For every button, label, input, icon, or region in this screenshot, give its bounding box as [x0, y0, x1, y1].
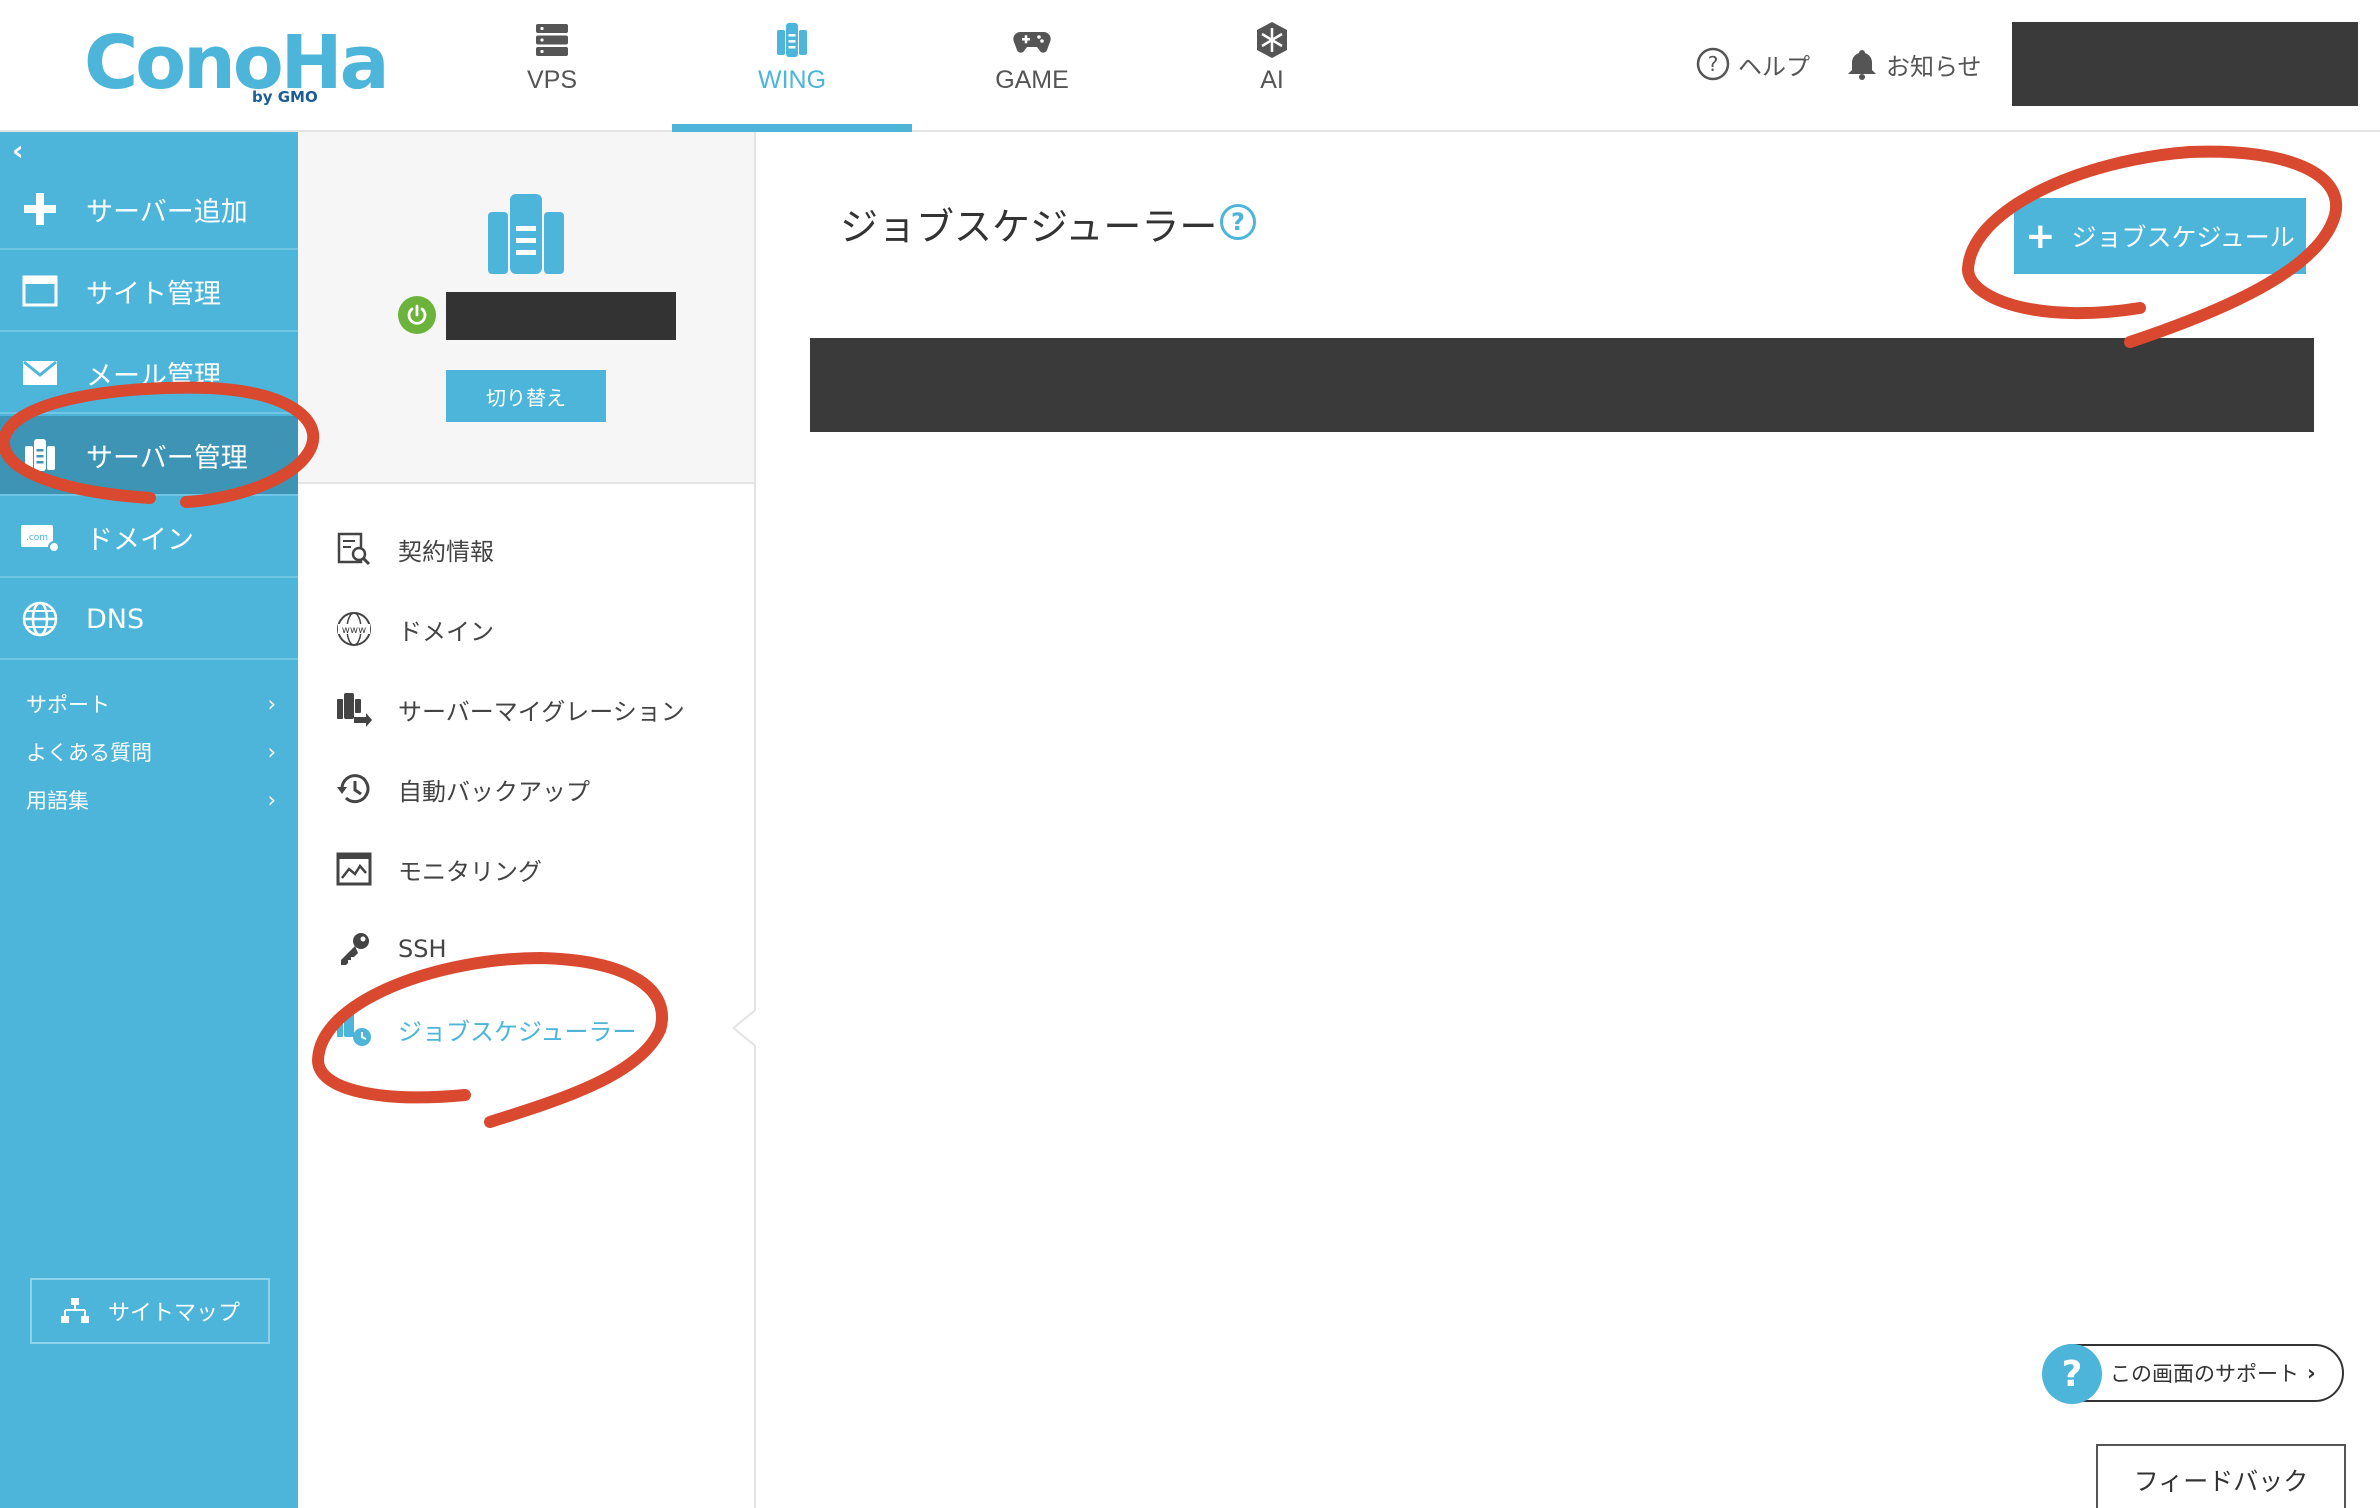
top-header: ConoHa by GMO VPS WING GAME AI ? ヘルプ お知ら… — [0, 0, 2380, 132]
www-globe-icon: www — [336, 611, 372, 647]
mail-icon — [20, 353, 60, 393]
menu-item-label: モニタリング — [398, 857, 542, 886]
server-summary: 切り替え — [298, 132, 754, 484]
menu-item-server-migration[interactable]: サーバーマイグレーション — [336, 686, 736, 732]
server-icon — [20, 435, 60, 475]
menu-item-contract-info[interactable]: 契約情報 — [336, 526, 736, 572]
chevron-right-icon: › — [2307, 1361, 2316, 1385]
sidebar-item-label: ドメイン — [86, 524, 194, 556]
server-rack-icon — [536, 24, 568, 56]
domain-icon: .com — [20, 517, 60, 557]
nav-tab-label: VPS — [526, 66, 578, 94]
sidebar-item-dns[interactable]: DNS — [0, 580, 298, 660]
help-link[interactable]: ? ヘルプ — [1696, 44, 1810, 84]
nav-tab-label: GAME — [995, 66, 1069, 94]
sidebar-item-mail-management[interactable]: メール管理 — [0, 334, 298, 414]
menu-item-job-scheduler[interactable]: ジョブスケジューラー — [336, 1006, 736, 1052]
sidebar-item-label: DNS — [86, 603, 145, 635]
globe-icon — [20, 599, 60, 639]
power-status-icon — [398, 296, 436, 334]
nav-tab-wing[interactable]: WING — [672, 0, 912, 132]
sidebar-item-site-management[interactable]: サイト管理 — [0, 252, 298, 332]
server-name-redacted — [446, 292, 676, 340]
collapse-sidebar-icon[interactable]: ‹ — [12, 134, 42, 170]
active-menu-pointer — [732, 1008, 757, 1048]
logo-text: ConoHa — [84, 20, 390, 106]
menu-item-ssh[interactable]: SSH — [336, 926, 736, 972]
nav-tab-label: AI — [1260, 66, 1284, 94]
menu-item-auto-backup[interactable]: 自動バックアップ — [336, 766, 736, 812]
menu-item-label: ジョブスケジューラー — [398, 1017, 637, 1046]
sitemap-icon — [60, 1298, 89, 1323]
page-title: ジョブスケジューラー — [840, 205, 1218, 249]
account-menu-redacted[interactable] — [2012, 22, 2358, 106]
menu-item-label: SSH — [398, 935, 447, 963]
chevron-right-icon: › — [267, 692, 276, 716]
gamepad-icon — [1013, 32, 1051, 53]
bell-icon — [1848, 50, 1876, 80]
monitoring-chart-icon — [336, 851, 372, 887]
menu-item-label: 契約情報 — [398, 537, 494, 566]
feedback-button[interactable]: フィードバック — [2096, 1444, 2346, 1508]
sidebar-link-glossary[interactable]: 用語集 › — [26, 780, 276, 820]
sidebar-link-faq[interactable]: よくある質問 › — [26, 732, 276, 772]
sidebar-item-label: サイト管理 — [86, 278, 221, 310]
sidebar-item-label: サーバー管理 — [86, 442, 248, 474]
notice-label: お知らせ — [1886, 52, 1982, 81]
sitemap-button[interactable]: サイトマップ — [30, 1278, 270, 1344]
switch-server-button[interactable]: 切り替え — [446, 370, 606, 422]
menu-item-label: ドメイン — [398, 617, 494, 646]
chevron-right-icon: › — [267, 788, 276, 812]
sidebar-link-label: 用語集 — [26, 789, 89, 813]
menu-item-label: 自動バックアップ — [398, 777, 590, 806]
menu-item-domain[interactable]: www ドメイン — [336, 606, 736, 652]
wing-server-icon — [777, 23, 807, 57]
help-label: ヘルプ — [1738, 52, 1810, 81]
title-help-icon[interactable]: ? — [1220, 204, 1256, 240]
sidebar-item-domain[interactable]: .com ドメイン — [0, 498, 298, 578]
migration-icon — [336, 691, 372, 727]
sidebar-link-label: よくある質問 — [26, 741, 152, 765]
sidebar-item-add-server[interactable]: サーバー追加 — [0, 170, 298, 250]
nav-tab-label: WING — [757, 66, 827, 94]
support-question-icon: ? — [2042, 1344, 2102, 1404]
nav-tab-vps[interactable]: VPS — [432, 0, 672, 132]
add-job-schedule-button[interactable]: + ジョブスケジュール — [2014, 198, 2306, 274]
svg-text:?: ? — [1708, 52, 1719, 76]
svg-text:.com: .com — [26, 533, 48, 543]
sidebar-item-server-management[interactable]: サーバー管理 — [0, 416, 298, 496]
ai-chip-icon — [1257, 22, 1287, 58]
backup-history-icon — [336, 771, 372, 807]
job-scheduler-icon — [336, 1011, 372, 1047]
chevron-right-icon: › — [267, 740, 276, 764]
contract-search-icon — [336, 531, 372, 567]
server-panel: 切り替え 契約情報 www ドメイン サーバーマイグレーション 自動バックアップ… — [298, 132, 756, 1508]
redacted-content-bar — [810, 338, 2314, 432]
support-label: この画面のサポート — [2110, 1362, 2299, 1386]
svg-text:www: www — [342, 625, 367, 636]
sidebar-item-label: サーバー追加 — [86, 196, 248, 228]
left-sidebar: ‹ サーバー追加 サイト管理 メール管理 サーバー管理 .com ドメイン DN… — [0, 132, 298, 1508]
logo-sub: by GMO — [252, 88, 318, 106]
nav-tab-game[interactable]: GAME — [912, 0, 1152, 132]
sidebar-item-label: メール管理 — [86, 360, 221, 392]
plus-icon — [20, 189, 60, 229]
key-icon — [336, 931, 372, 967]
notice-link[interactable]: お知らせ — [1846, 44, 1982, 84]
window-icon — [20, 271, 60, 311]
sidebar-link-support[interactable]: サポート › — [26, 684, 276, 724]
screen-support-button[interactable]: ? この画面のサポート › — [2042, 1344, 2344, 1404]
question-circle-icon: ? — [1696, 47, 1730, 81]
nav-tab-ai[interactable]: AI — [1152, 0, 1392, 132]
conoha-logo[interactable]: ConoHa by GMO — [84, 20, 390, 110]
menu-item-monitoring[interactable]: モニタリング — [336, 846, 736, 892]
sitemap-label: サイトマップ — [107, 1301, 240, 1326]
sidebar-link-label: サポート — [26, 693, 110, 717]
plus-icon: + — [2025, 215, 2056, 257]
server-large-icon — [488, 194, 564, 274]
menu-item-label: サーバーマイグレーション — [398, 697, 685, 726]
add-job-schedule-label: ジョブスケジュール — [2071, 223, 2295, 252]
